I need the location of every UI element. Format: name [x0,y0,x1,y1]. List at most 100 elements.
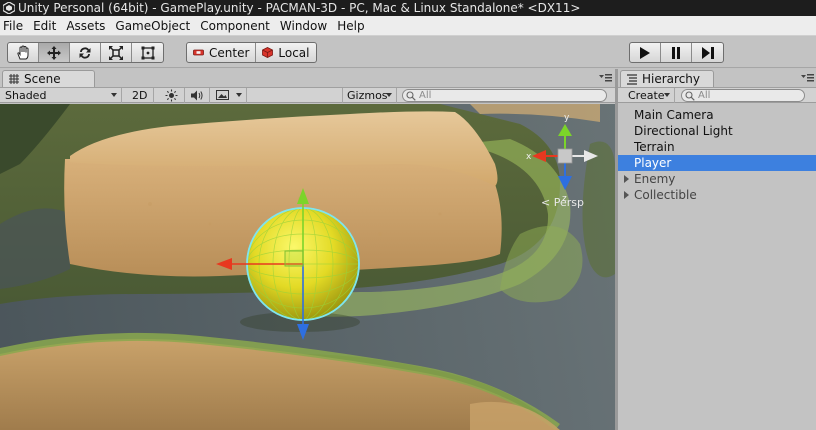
axis-negx-cone-icon[interactable] [584,150,598,162]
scene-viewport[interactable]: y x z < Persp [0,104,615,430]
rotate-icon [79,46,91,59]
axis-z-cone-icon[interactable] [558,176,572,190]
pause-button[interactable] [661,43,692,62]
chevron-down-icon [111,93,117,97]
image-effects-icon [216,90,229,100]
hand-tool-button[interactable] [8,43,39,62]
scale-tool-button[interactable] [101,43,132,62]
rotate-tool-button[interactable] [70,43,101,62]
pivot-center-icon [193,49,204,56]
hierarchy-search-input[interactable]: All [681,89,805,102]
gizmos-dropdown[interactable]: Gizmos [342,88,397,103]
menu-bar: File Edit Assets GameObject Component Wi… [0,16,816,36]
scale-icon [109,45,123,60]
rect-tool-button[interactable] [132,43,163,62]
play-icon [640,46,650,59]
main-toolbar: Center Local [0,37,816,68]
axis-y-cone-icon[interactable] [558,124,572,136]
unity-logo-icon [3,2,15,14]
hierarchy-item-collectible[interactable]: Collectible [618,187,816,203]
speaker-icon [191,90,203,101]
move-arrows-icon [47,45,61,60]
chevron-down-icon [386,93,392,97]
persp-label: Persp [553,196,584,209]
hierarchy-item-terrain[interactable]: Terrain [618,139,816,155]
create-label: Create [628,89,665,102]
pivot-local-label: Local [278,45,310,60]
foldout-arrow-icon[interactable] [624,175,629,183]
pivot-toggles: Center Local [186,42,317,63]
window-title: Unity Personal (64bit) - GamePlay.unity … [18,1,581,15]
chevron-down-icon [236,93,242,97]
play-button[interactable] [630,43,661,62]
tab-hierarchy[interactable]: Hierarchy [620,70,714,87]
chevron-down-icon [664,93,670,97]
menu-help[interactable]: Help [332,16,369,36]
menu-window[interactable]: Window [275,16,332,36]
hierarchy-panel: Hierarchy Create All Main Camera Directi… [618,69,816,430]
playback-controls [629,42,724,63]
list-item-label: Player [634,156,672,170]
list-icon [627,74,637,85]
shading-mode-dropdown[interactable]: Shaded [0,88,122,103]
title-bar: Unity Personal (64bit) - GamePlay.unity … [0,0,816,16]
axis-y-label: y [564,113,570,123]
unity-editor-window: Unity Personal (64bit) - GamePlay.unity … [0,0,816,430]
menu-assets[interactable]: Assets [61,16,110,36]
mode-2d-label: 2D [132,89,148,102]
tab-scene-label: Scene [24,72,61,86]
search-icon [406,91,416,101]
search-icon [685,91,695,101]
hierarchy-item-player[interactable]: Player [618,155,816,171]
panel-menu-icon[interactable] [599,74,612,83]
sun-icon [165,89,178,102]
hierarchy-item-enemy[interactable]: Enemy [618,171,816,187]
scene-lighting-toggle[interactable] [160,88,185,103]
menu-component[interactable]: Component [195,16,275,36]
hierarchy-item-main-camera[interactable]: Main Camera [618,107,816,123]
pivot-center-button[interactable]: Center [187,43,257,62]
pivot-local-button[interactable]: Local [256,43,315,62]
foldout-arrow-icon[interactable] [624,191,629,199]
hierarchy-list: Main Camera Directional Light Terrain Pl… [618,104,816,430]
list-item-label: Directional Light [634,124,733,138]
scene-effects-dropdown[interactable] [210,88,247,103]
tab-hierarchy-label: Hierarchy [642,72,701,86]
gizmo-center-cube-icon[interactable] [557,148,573,164]
grid-icon [9,74,19,84]
menu-gameobject[interactable]: GameObject [110,16,195,36]
menu-file[interactable]: File [0,16,28,36]
scene-search-input[interactable]: All [402,89,607,102]
scene-search-placeholder: All [419,90,432,101]
step-button[interactable] [692,43,723,62]
pivot-center-label: Center [209,45,250,60]
list-item-label: Terrain [634,140,675,154]
scene-audio-toggle[interactable] [185,88,210,103]
hierarchy-search-placeholder: All [698,90,711,101]
axis-x-cone-icon[interactable] [532,150,546,162]
panel-menu-icon[interactable] [801,74,814,83]
hierarchy-toolbar: Create All [618,87,816,103]
hand-icon [17,44,29,59]
step-icon [701,46,714,59]
axis-x-label: x [526,152,532,162]
list-item-label: Main Camera [634,108,714,122]
move-tool-button[interactable] [39,43,70,62]
transform-tools [7,42,164,63]
rect-transform-icon [141,46,154,59]
scene-panel: Scene Shaded 2D Gizmos All y x z < Persp [0,69,615,430]
menu-edit[interactable]: Edit [28,16,61,36]
local-cube-icon [262,47,274,58]
mode-2d-toggle[interactable]: 2D [127,88,154,103]
list-item-label: Collectible [634,188,697,202]
gizmos-label: Gizmos [347,89,388,102]
create-dropdown[interactable]: Create [618,88,675,103]
projection-toggle[interactable]: < Persp [541,197,584,209]
pause-icon [672,46,680,59]
scene-toolbar: Shaded 2D Gizmos All [0,87,615,103]
hierarchy-item-directional-light[interactable]: Directional Light [618,123,816,139]
shading-mode-label: Shaded [5,89,47,102]
persp-chevron-icon: < [541,196,551,209]
tab-scene[interactable]: Scene [2,70,95,87]
list-item-label: Enemy [634,172,676,186]
